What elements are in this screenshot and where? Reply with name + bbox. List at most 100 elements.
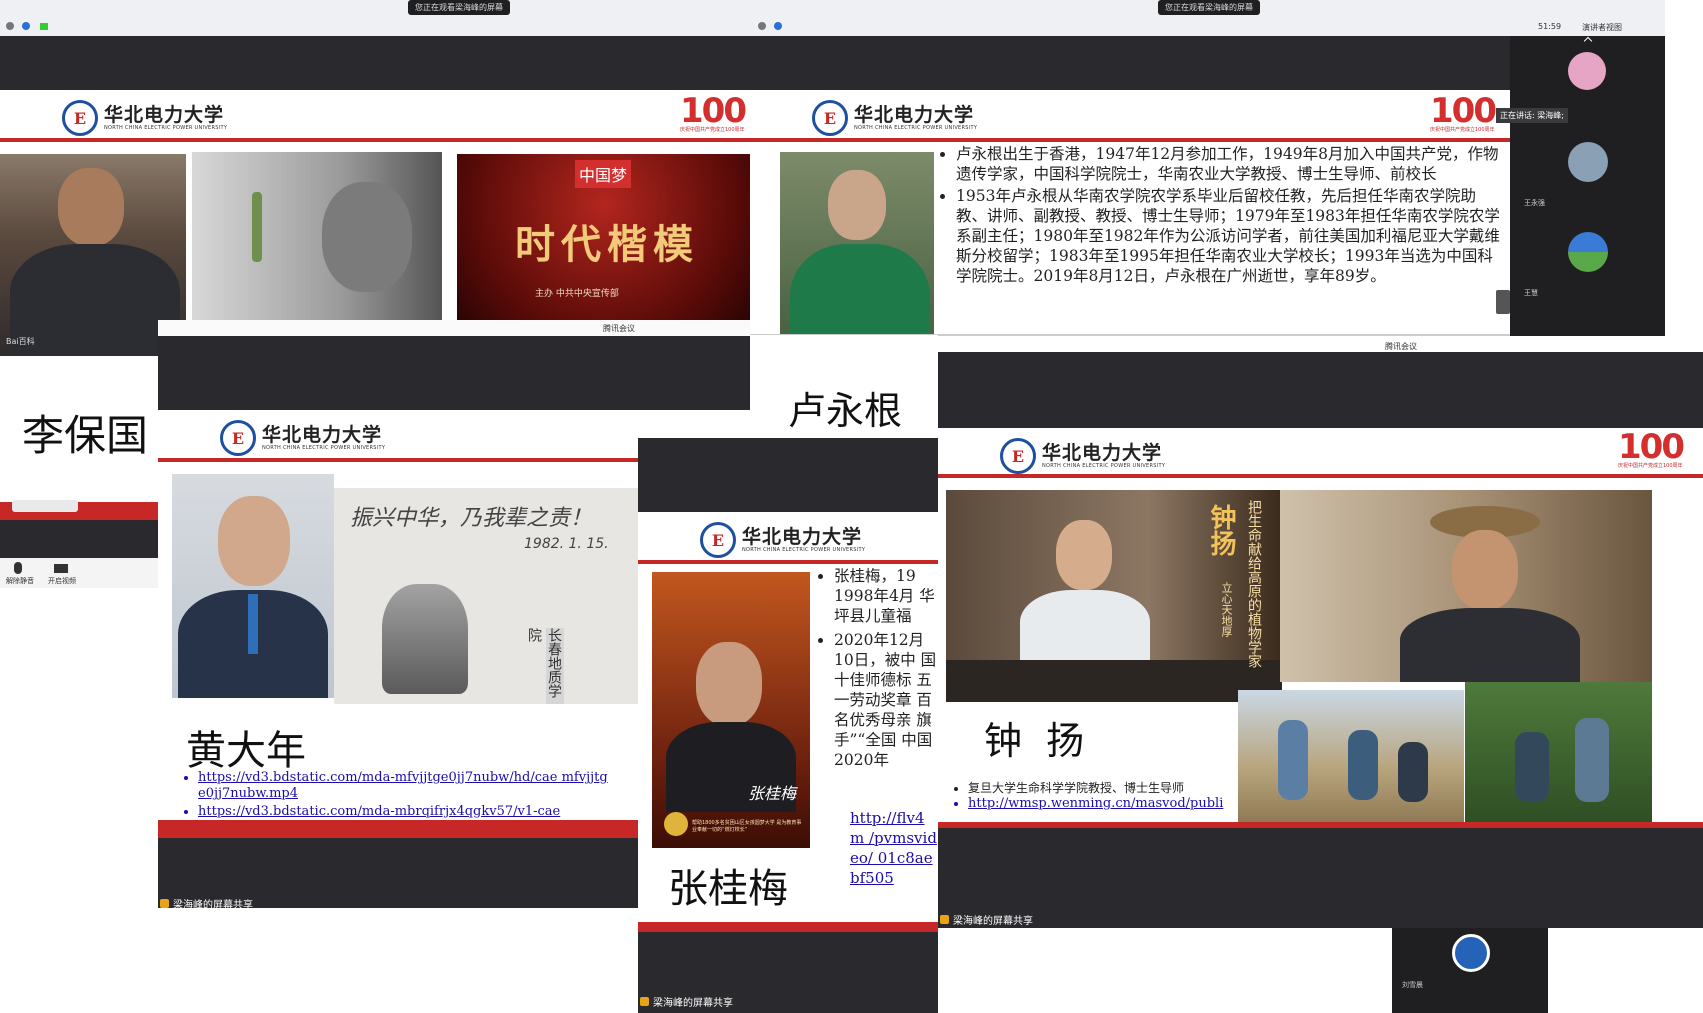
shield-icon[interactable] — [22, 22, 30, 30]
lu-bullet-list: 卢永根出生于香港，1947年12月参加工作，1949年8月加入中国共产党，作物遗… — [938, 144, 1504, 286]
avatar[interactable] — [1568, 52, 1606, 90]
logo-cn: 华北电力大学 — [262, 424, 383, 446]
mute-label[interactable]: 解除静音 — [6, 576, 34, 586]
photo-huang-portrait — [172, 474, 334, 698]
face-shape — [696, 642, 762, 726]
bottom-white-strip — [938, 928, 1392, 1013]
jacket-shape — [1400, 608, 1580, 682]
anniversary-number: 100 — [1430, 91, 1497, 131]
logo-emblem-icon: E — [812, 100, 848, 136]
share-icon — [160, 899, 169, 908]
photo-zhang-poster: 张桂梅 帮助1800多名贫困山区女孩圆梦大学 是为教育事业奉献一切的“燃灯校长” — [652, 572, 810, 848]
zhang-video-link[interactable]: http://flv4m /pvmsvideo/ 01c8aebf505 — [850, 808, 938, 888]
slide-zhong-yang: E 华北电力大学 NORTH CHINA ELECTRIC POWER UNIV… — [938, 428, 1703, 828]
photo-zhong-office: 钟扬 把生命献给高原的植物学家 立心天地厚 — [946, 490, 1282, 702]
name-lu-yonggen: 卢永根 — [788, 389, 903, 433]
info-icon[interactable] — [758, 22, 766, 30]
camera-icon[interactable] — [54, 564, 68, 573]
left-bottom-bar — [0, 500, 158, 558]
anniversary-text: 庆祝中国共产党成立100周年 — [1618, 463, 1683, 469]
logo-en: NORTH CHINA ELECTRIC POWER UNIVERSITY — [104, 125, 228, 131]
person-shape — [1348, 730, 1378, 800]
logo-emblem-icon: E — [220, 420, 256, 456]
party-emblem-icon — [664, 812, 688, 836]
screen-share-indicator[interactable]: 梁海峰的屏幕共享 — [640, 994, 733, 1009]
person-shape — [1515, 732, 1549, 802]
front-right-bottom — [938, 828, 1703, 928]
microphone-icon[interactable] — [14, 562, 22, 574]
anniversary-number: 100 — [680, 91, 747, 131]
info-icon[interactable] — [6, 22, 14, 30]
chevron-up-icon[interactable] — [1583, 36, 1593, 46]
anniversary-badge: 100 庆祝中国共产党成立100周年 — [1430, 91, 1497, 133]
logo-emblem-icon: E — [1000, 438, 1036, 474]
logo-en: NORTH CHINA ELECTRIC POWER UNIVERSITY — [854, 125, 978, 131]
participant-panel: 正在讲话: 梁海峰; 王永强 王慧 — [1496, 36, 1665, 336]
tv-sub: 主办 中共中央宣传部 — [535, 289, 619, 299]
bottom-right-white — [1548, 928, 1703, 1013]
avatar[interactable] — [1452, 934, 1490, 972]
zhong-bullet: 复旦大学生命科学学院教授、博士生导师 — [968, 780, 1234, 796]
banner-col2: 立心天地厚 — [1220, 582, 1233, 637]
apps-icon[interactable] — [12, 500, 78, 512]
tv-top-text: 中国梦 — [575, 160, 632, 188]
participant-name: 刘雪晨 — [1402, 981, 1423, 989]
photo-zhong-field-2 — [1465, 682, 1652, 822]
right-lower-stage — [938, 352, 1703, 428]
header-rule — [0, 138, 750, 142]
handwriting: 振兴中华，乃我辈之责！ — [350, 506, 593, 531]
center-stage — [638, 438, 938, 512]
face-shape — [1452, 530, 1518, 610]
zhang-bullet-list: 张桂梅，19 1998年4月 华坪县儿童福 2020年12月 10日，被中 国十… — [816, 566, 938, 770]
footer-rule — [158, 820, 638, 838]
university-logo: E 华北电力大学 NORTH CHINA ELECTRIC POWER UNIV… — [812, 100, 977, 136]
left-window-stage — [0, 36, 750, 90]
screen-share-indicator[interactable]: 梁海峰的屏幕共享 — [160, 896, 253, 911]
shirt-shape — [1020, 590, 1150, 670]
screen-share-indicator[interactable]: 梁海峰的屏幕共享 — [940, 912, 1033, 927]
share-icon — [640, 997, 649, 1006]
logo-en: NORTH CHINA ELECTRIC POWER UNIVERSITY — [262, 445, 386, 451]
left-meeting-controls: 解除静音 开启视频 — [0, 558, 158, 588]
logo-emblem-icon: E — [62, 100, 98, 136]
huang-video-link[interactable]: https://vd3.bdstatic.com/mda-mbrqifrjx4q… — [198, 804, 636, 820]
participant-name: 王永强 — [1524, 199, 1545, 207]
avatar[interactable] — [1568, 142, 1608, 182]
avatar[interactable] — [1568, 232, 1608, 272]
banner-col1: 把生命献给高原的植物学家 — [1246, 500, 1262, 668]
person-shape — [1398, 742, 1428, 802]
university-logo: E 华北电力大学 NORTH CHINA ELECTRIC POWER UNIV… — [700, 522, 865, 558]
speaking-label: 正在讲话: 梁海峰; — [1496, 108, 1568, 123]
lu-bullet: 卢永根出生于香港，1947年12月参加工作，1949年8月加入中国共产党，作物遗… — [956, 144, 1504, 184]
zhong-video-link[interactable]: http://wmsp.wenming.cn/masvod/publi — [968, 796, 1234, 812]
logo-cn: 华北电力大学 — [1042, 442, 1163, 464]
tie-shape — [248, 594, 258, 654]
anniversary-text: 庆祝中国共产党成立100周年 — [1430, 127, 1495, 133]
banner-title: 钟扬 — [1206, 504, 1236, 556]
huang-video-link[interactable]: https://vd3.bdstatic.com/mda-mfvjjtge0jj… — [198, 770, 608, 802]
collapse-panel-button[interactable] — [1496, 290, 1510, 314]
left-window-titlebar: 您正在观看梁海峰的屏幕 — [0, 0, 750, 36]
logo-cn: 华北电力大学 — [104, 104, 225, 126]
young-portrait — [382, 584, 468, 694]
right-window-titlebar: 您正在观看梁海峰的屏幕 51:59 演讲者视图 — [750, 0, 1665, 36]
shield-icon[interactable] — [774, 22, 782, 30]
left-viewing-banner: 您正在观看梁海峰的屏幕 — [408, 0, 510, 15]
university-logo: E 华北电力大学 NORTH CHINA ELECTRIC POWER UNIV… — [1000, 438, 1165, 474]
logo-en: NORTH CHINA ELECTRIC POWER UNIVERSITY — [1042, 463, 1166, 469]
anniversary-number: 100 — [1618, 428, 1685, 467]
video-label[interactable]: 开启视频 — [48, 576, 76, 586]
face-shape — [322, 182, 412, 292]
anniversary-badge: 100 庆祝中国共产党成立100周年 — [1618, 428, 1685, 469]
sweater-shape — [790, 244, 930, 335]
desk-shape — [946, 660, 1282, 702]
poster-caption: 张桂梅 — [748, 784, 797, 803]
logo-cn: 华北电力大学 — [742, 526, 863, 548]
name-zhang-guimei: 张桂梅 — [668, 866, 788, 912]
photo-shidai-kaimo-stage: 中国梦 时代楷模 主办 中共中央宣传部 — [457, 154, 750, 320]
view-mode-button[interactable]: 演讲者视图 — [1582, 22, 1622, 33]
slide-huang-danian: E 华北电力大学 NORTH CHINA ELECTRIC POWER UNIV… — [158, 410, 638, 838]
person-shape — [1575, 718, 1609, 802]
poster-note: 帮助1800多名贫困山区女孩圆梦大学 是为教育事业奉献一切的“燃灯校长” — [692, 820, 802, 833]
slide-lu-yonggen: E 华北电力大学 NORTH CHINA ELECTRIC POWER UNIV… — [750, 90, 1510, 335]
